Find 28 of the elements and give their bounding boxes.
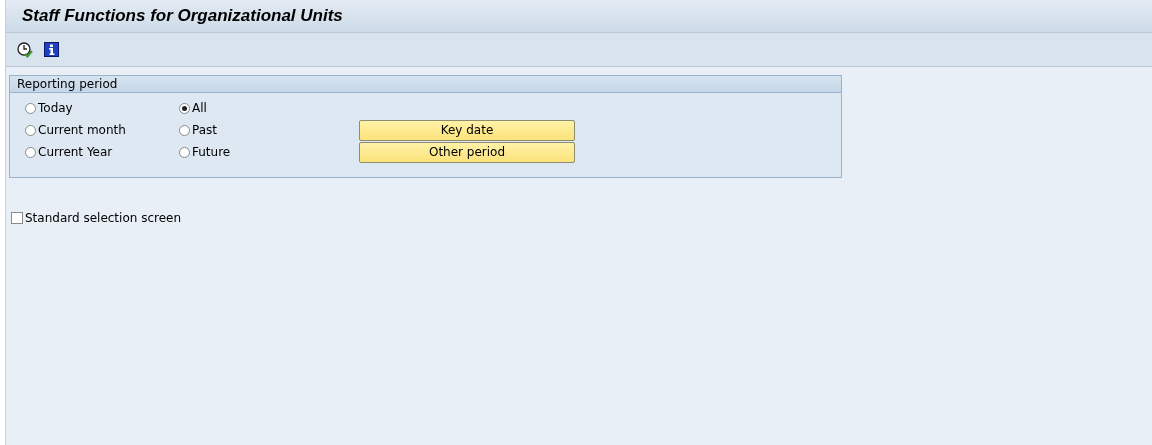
radio-label: All: [192, 101, 207, 115]
radio-label: Current Year: [38, 145, 113, 159]
radio-button[interactable]: [25, 102, 36, 114]
info-icon: [43, 42, 59, 57]
radio-label: Past: [192, 123, 217, 137]
checkbox[interactable]: [11, 212, 23, 224]
radio-label: Current month: [38, 123, 126, 137]
execute-button[interactable]: [16, 40, 34, 59]
clock-check-icon: [17, 41, 33, 58]
radio-button[interactable]: [179, 102, 190, 114]
radio-option[interactable]: Past: [179, 123, 359, 137]
radio-label: Future: [192, 145, 231, 159]
radio-option[interactable]: All: [179, 101, 359, 115]
radio-option[interactable]: Current Year: [25, 145, 179, 159]
period-button[interactable]: Other period: [359, 141, 575, 163]
checkbox-label: Standard selection screen: [25, 211, 182, 225]
radio-option[interactable]: Future: [179, 145, 359, 159]
radio-option[interactable]: Today: [25, 101, 179, 115]
radio-option[interactable]: Current month: [25, 123, 179, 137]
radio-button[interactable]: [179, 146, 190, 158]
radio-button[interactable]: [25, 124, 36, 136]
group-title: Reporting period: [10, 76, 841, 93]
info-button[interactable]: [42, 40, 60, 59]
period-button[interactable]: Key date: [359, 119, 575, 141]
window-title: Staff Functions for Organizational Units: [22, 6, 343, 26]
radio-label: Today: [38, 101, 73, 115]
radio-button[interactable]: [25, 146, 36, 158]
radio-button[interactable]: [179, 124, 190, 136]
